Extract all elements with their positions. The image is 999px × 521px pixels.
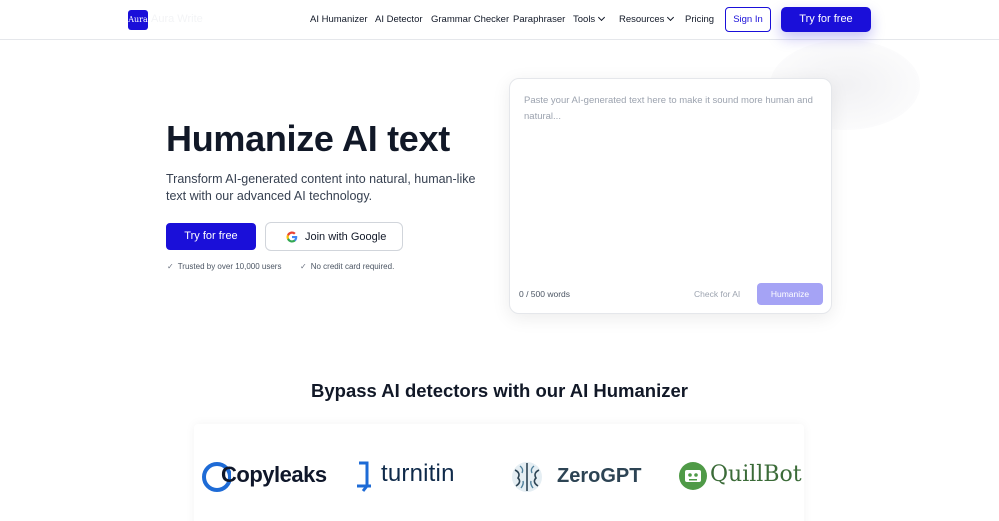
trust-text: No credit card required. (310, 262, 395, 271)
nav-ai-humanizer[interactable]: AI Humanizer (310, 14, 368, 25)
quillbot-robot-icon (679, 462, 707, 490)
brand-logo[interactable]: Aura (128, 10, 148, 30)
humanize-button[interactable]: Humanize (757, 283, 823, 305)
turnitin-wordmark: turnitin (381, 460, 455, 487)
trust-text: Trusted by over 10,000 users (177, 262, 282, 271)
check-for-ai-button[interactable]: Check for AI (694, 289, 740, 299)
try-free-header-button[interactable]: Try for free (781, 7, 871, 32)
top-nav-bar: Aura Aura Write AI Humanizer AI Detector… (0, 0, 999, 40)
word-count: 0 / 500 words (519, 289, 571, 299)
brain-icon (512, 462, 542, 492)
check-icon: ✓ (300, 262, 307, 271)
nav-tools-dropdown[interactable]: Tools (573, 13, 606, 25)
nav-pricing[interactable]: Pricing (685, 14, 714, 25)
chevron-down-icon (598, 13, 606, 22)
google-button-label: Join with Google (305, 231, 387, 243)
hero-subtitle: Transform AI-generated content into natu… (166, 172, 476, 203)
turnitin-mark-icon (357, 461, 371, 492)
trust-note-no-card: ✓ No credit card required. (300, 262, 394, 271)
check-icon: ✓ (167, 262, 174, 271)
nav-grammar-checker[interactable]: Grammar Checker (431, 14, 509, 25)
humanizer-editor: Paste your AI-generated text here to mak… (509, 78, 832, 314)
nav-tools-label: Tools (573, 14, 596, 25)
quillbot-wordmark: QuillBot (710, 462, 802, 487)
section-title: Bypass AI detectors with our AI Humanize… (311, 380, 688, 401)
zerogpt-wordmark: ZeroGPT (557, 465, 642, 487)
join-with-google-button[interactable]: Join with Google (265, 222, 403, 251)
input-textarea[interactable]: Paste your AI-generated text here to mak… (524, 93, 824, 125)
try-free-button[interactable]: Try for free (166, 223, 256, 250)
copyleaks-wordmark: Copyleaks (221, 462, 327, 487)
google-icon (286, 231, 298, 243)
chevron-down-icon (667, 13, 675, 22)
nav-ai-detector[interactable]: AI Detector (375, 14, 423, 25)
brand-name[interactable]: Aura Write (151, 13, 203, 25)
nav-resources-dropdown[interactable]: Resources (619, 13, 675, 25)
nav-paraphraser[interactable]: Paraphraser (513, 14, 565, 25)
nav-resources-label: Resources (619, 14, 665, 25)
sign-in-button[interactable]: Sign In (725, 7, 771, 32)
hero-title: Humanize AI text (166, 118, 450, 159)
trust-note-users: ✓ Trusted by over 10,000 users (167, 262, 281, 271)
